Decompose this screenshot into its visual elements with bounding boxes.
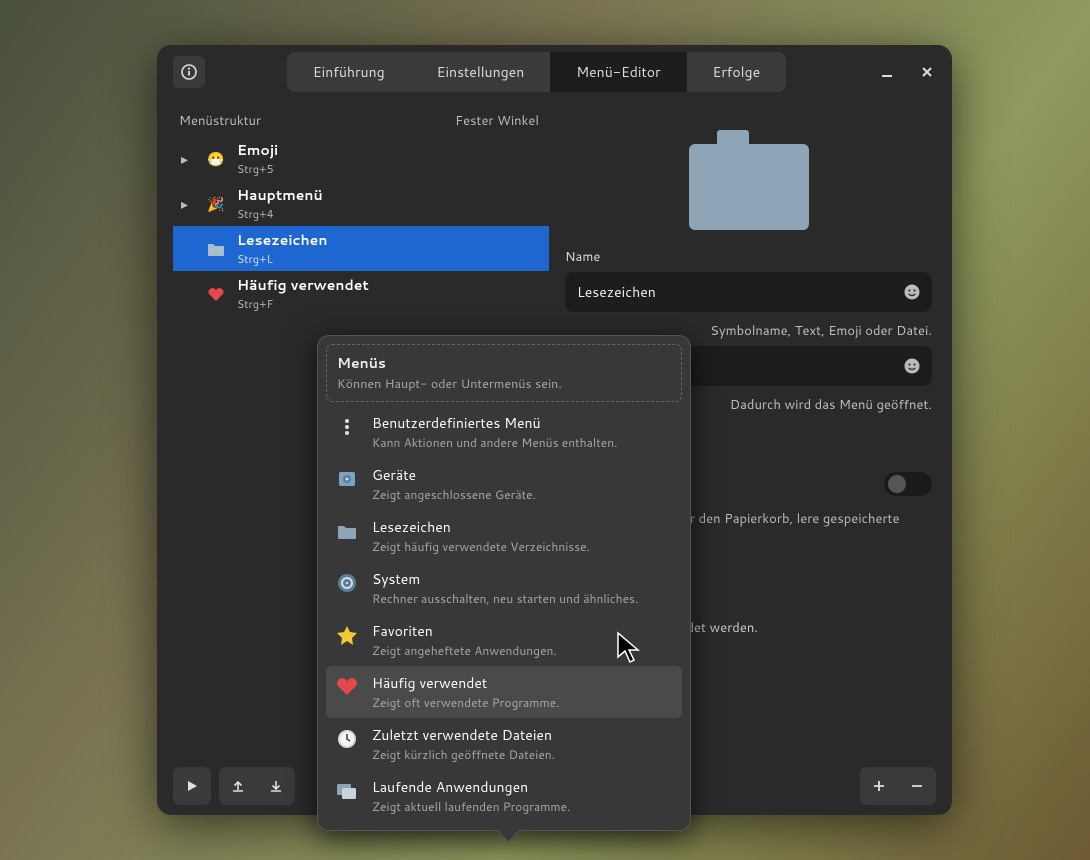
popover-item-sub: Rechner ausschalten, neu starten und ähn… <box>372 590 638 607</box>
smiley-icon <box>903 357 921 375</box>
plus-icon <box>872 779 886 793</box>
popover-item-sub: Zeigt häufig verwendete Verzeichnisse. <box>372 538 590 555</box>
popover-item-clock[interactable]: Zuletzt verwendete DateienZeigt kürzlich… <box>326 718 682 770</box>
clock-icon <box>334 726 360 752</box>
folder-icon <box>205 241 227 257</box>
tree-item-label: Hauptmenü <box>237 185 323 205</box>
popover-subtitle: Können Haupt- oder Untermenüs sein. <box>337 375 671 393</box>
popover-item-heart[interactable]: Häufig verwendetZeigt oft verwendete Pro… <box>326 666 682 718</box>
popover-item-sub: Zeigt angeschlossene Geräte. <box>372 486 536 503</box>
popover-item-sub: Zeigt aktuell laufenden Programme. <box>372 798 570 815</box>
tab-intro[interactable]: Einführung <box>287 52 411 92</box>
name-input[interactable]: Lesezeichen <box>565 272 932 312</box>
smiley-icon <box>903 283 921 301</box>
tree-item-shortcut: Strg+L <box>237 251 327 267</box>
star-icon <box>334 622 360 648</box>
import-export-group <box>219 767 295 805</box>
tree-item-shortcut: Strg+4 <box>237 206 323 222</box>
import-button[interactable] <box>257 767 295 805</box>
popover-item-sub: Kann Aktionen und andere Menüs enthalten… <box>372 434 617 451</box>
expand-icon[interactable]: ▸ <box>181 194 195 214</box>
remove-button[interactable] <box>898 767 936 805</box>
tab-settings[interactable]: Einstellungen <box>411 52 551 92</box>
popover-item-dots[interactable]: Benutzerdefiniertes MenüKann Aktionen un… <box>326 406 682 458</box>
popover-item-sub: Zeigt oft verwendete Programme. <box>372 694 559 711</box>
mouse-cursor <box>616 631 642 665</box>
popover-item-title: Benutzerdefiniertes Menü <box>372 413 617 433</box>
heart-icon <box>334 674 360 700</box>
minimize-icon <box>881 66 893 78</box>
info-button[interactable] <box>173 56 205 88</box>
play-button[interactable] <box>173 767 211 805</box>
tab-menu-editor[interactable]: Menü-Editor <box>550 52 686 92</box>
system-icon <box>334 570 360 596</box>
popover-item-windows[interactable]: Laufende AnwendungenZeigt aktuell laufen… <box>326 770 682 822</box>
dots-icon <box>334 414 360 440</box>
tree-item-bookmarks[interactable]: Lesezeichen Strg+L <box>173 226 549 271</box>
tree-item-label: Lesezeichen <box>237 230 327 250</box>
left-header: Menüstruktur Fester Winkel <box>173 108 549 136</box>
upload-icon <box>231 779 245 793</box>
expand-icon[interactable]: ▸ <box>181 149 195 169</box>
windows-icon <box>334 778 360 804</box>
tree-item-label: Emoji <box>237 140 278 160</box>
tab-bar: Einführung Einstellungen Menü-Editor Erf… <box>287 52 786 92</box>
confetti-icon: 🎉 <box>205 194 227 214</box>
popover-item-title: System <box>372 569 638 589</box>
heart-icon <box>205 286 227 302</box>
info-icon <box>181 64 197 80</box>
tree-item-frequent[interactable]: Häufig verwendet Strg+F <box>173 271 549 316</box>
popover-header: Menüs Können Haupt- oder Untermenüs sein… <box>326 344 682 402</box>
tab-achievements[interactable]: Erfolge <box>687 52 787 92</box>
tree-item-shortcut: Strg+F <box>237 296 369 312</box>
popover-item-sub: Zeigt angeheftete Anwendungen. <box>372 642 557 659</box>
close-button[interactable] <box>912 57 942 87</box>
tree-item-main-menu[interactable]: ▸ 🎉 Hauptmenü Strg+4 <box>173 181 549 226</box>
add-remove-group <box>860 767 936 805</box>
popover-item-title: Zuletzt verwendete Dateien <box>372 725 555 745</box>
popover-item-title: Geräte <box>372 465 536 485</box>
tree-item-emoji[interactable]: ▸ 😷 Emoji Strg+5 <box>173 136 549 181</box>
emoji-picker-button[interactable] <box>901 281 923 303</box>
icon-preview[interactable] <box>689 130 809 230</box>
popover-item-system[interactable]: SystemRechner ausschalten, neu starten u… <box>326 562 682 614</box>
popover-item-folder[interactable]: LesezeichenZeigt häufig verwendete Verze… <box>326 510 682 562</box>
tree-item-shortcut: Strg+5 <box>237 161 278 177</box>
popover-item-title: Favoriten <box>372 621 557 641</box>
folder-icon <box>334 518 360 544</box>
close-icon <box>921 66 933 78</box>
add-menu-popover: Menüs Können Haupt- oder Untermenüs sein… <box>317 335 691 831</box>
titlebar: Einführung Einstellungen Menü-Editor Erf… <box>157 45 952 98</box>
popover-item-sub: Zeigt kürzlich geöffnete Dateien. <box>372 746 555 763</box>
popover-item-title: Lesezeichen <box>372 517 590 537</box>
download-icon <box>269 779 283 793</box>
emoji-picker-button[interactable] <box>901 355 923 377</box>
popover-title: Menüs <box>337 353 671 373</box>
emoji-icon: 😷 <box>205 149 227 169</box>
add-button[interactable] <box>860 767 898 805</box>
export-button[interactable] <box>219 767 257 805</box>
popover-item-devices[interactable]: GeräteZeigt angeschlossene Geräte. <box>326 458 682 510</box>
popover-item-title: Häufig verwendet <box>372 673 559 693</box>
devices-icon <box>334 466 360 492</box>
fixed-angle-toggle-label[interactable]: Fester Winkel <box>455 112 539 130</box>
minus-icon <box>910 779 924 793</box>
minimize-button[interactable] <box>872 57 902 87</box>
center-open-switch[interactable] <box>884 472 932 496</box>
name-label: Name <box>565 248 932 266</box>
tree-item-label: Häufig verwendet <box>237 275 369 295</box>
play-icon <box>185 779 199 793</box>
left-title: Menüstruktur <box>179 112 261 130</box>
name-value: Lesezeichen <box>577 282 656 302</box>
popover-item-title: Laufende Anwendungen <box>372 777 570 797</box>
